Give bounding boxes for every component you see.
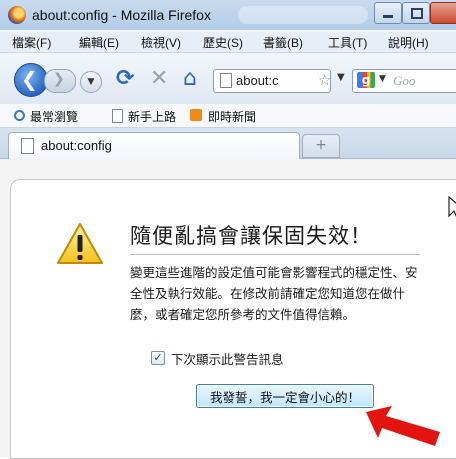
search-icon	[14, 110, 25, 121]
maximize-button[interactable]	[402, 2, 430, 24]
search-engine-dropdown-icon[interactable]: ▼	[379, 74, 386, 84]
home-icon[interactable]: ⌂	[183, 66, 197, 91]
bookmarks-toolbar: 最常瀏覽 新手上路 即時新聞	[0, 104, 456, 128]
menu-help[interactable]: 說明(H)	[388, 34, 429, 51]
red-arrow-annotation-icon	[362, 404, 444, 454]
minimize-button[interactable]	[374, 2, 402, 24]
bookmark-getting-started[interactable]: 新手上路	[128, 108, 176, 125]
title-blur-decoration	[238, 6, 368, 24]
url-bar[interactable]: about:c ☆	[213, 69, 331, 93]
search-box[interactable]: g ▼ Goo	[352, 69, 456, 93]
tab-strip: about:config +	[0, 128, 456, 160]
tab-label: about:config	[41, 138, 112, 153]
show-warning-label[interactable]: 下次顯示此警告訊息	[171, 349, 284, 368]
reload-icon[interactable]: ⟳	[116, 66, 134, 91]
bookmark-latest-news[interactable]: 即時新聞	[208, 108, 256, 125]
bookmark-star-icon[interactable]: ☆	[318, 71, 331, 89]
tab-about-config[interactable]: about:config	[8, 132, 300, 160]
rss-icon	[190, 109, 202, 121]
firefox-window: about:config - Mozilla Firefox 檔案(F) 編輯(…	[0, 0, 456, 459]
maximize-icon	[411, 8, 423, 19]
menu-bookmarks[interactable]: 書籤(B)	[263, 34, 303, 51]
warning-triangle-icon	[56, 222, 104, 270]
firefox-icon	[8, 6, 26, 24]
menu-file[interactable]: 檔案(F)	[12, 34, 51, 51]
page-icon	[21, 138, 34, 154]
google-icon[interactable]: g	[357, 72, 375, 88]
page-icon	[112, 109, 123, 123]
url-dropdown-icon[interactable]: ▼	[337, 72, 345, 83]
i-promise-button[interactable]: 我發誓，我一定會小心的！	[196, 384, 374, 408]
menu-view[interactable]: 檢視(V)	[141, 34, 181, 51]
show-warning-checkbox[interactable]: ✓	[151, 351, 165, 365]
menu-edit[interactable]: 編輯(E)	[79, 34, 119, 51]
new-tab-button[interactable]: +	[302, 134, 340, 158]
forward-button[interactable]: ❯	[44, 69, 76, 93]
search-placeholder: Goo	[393, 73, 416, 88]
navigation-toolbar: ❮ ❯ ▼ ⟳ ✕ ⌂ about:c ☆ ▼ g ▼ Goo	[0, 54, 456, 105]
bookmark-most-visited[interactable]: 最常瀏覽	[30, 108, 78, 125]
warning-message: 變更這些進階的設定值可能會影響程式的穩定性、安全性及執行效能。在修改前請確定您知…	[130, 265, 418, 322]
url-text: about:c	[236, 73, 279, 88]
stop-icon[interactable]: ✕	[150, 66, 168, 91]
history-dropdown-button[interactable]: ▼	[80, 71, 102, 93]
minimize-icon	[383, 15, 393, 18]
close-window-button[interactable]	[430, 2, 456, 24]
back-arrow-icon: ❮	[21, 67, 38, 91]
back-button[interactable]: ❮	[14, 63, 48, 97]
page-icon	[220, 73, 232, 88]
menu-bar: 檔案(F) 編輯(E) 檢視(V) 歷史(S) 書籤(B) 工具(T) 說明(H…	[0, 32, 456, 53]
menu-history[interactable]: 歷史(S)	[203, 34, 243, 51]
warning-title: 隨便亂搞會讓保固失效！	[130, 220, 420, 255]
forward-arrow-icon: ❯	[53, 71, 65, 87]
window-title: about:config - Mozilla Firefox	[32, 7, 211, 23]
menu-tools[interactable]: 工具(T)	[328, 34, 367, 51]
title-bar: about:config - Mozilla Firefox	[0, 0, 456, 30]
